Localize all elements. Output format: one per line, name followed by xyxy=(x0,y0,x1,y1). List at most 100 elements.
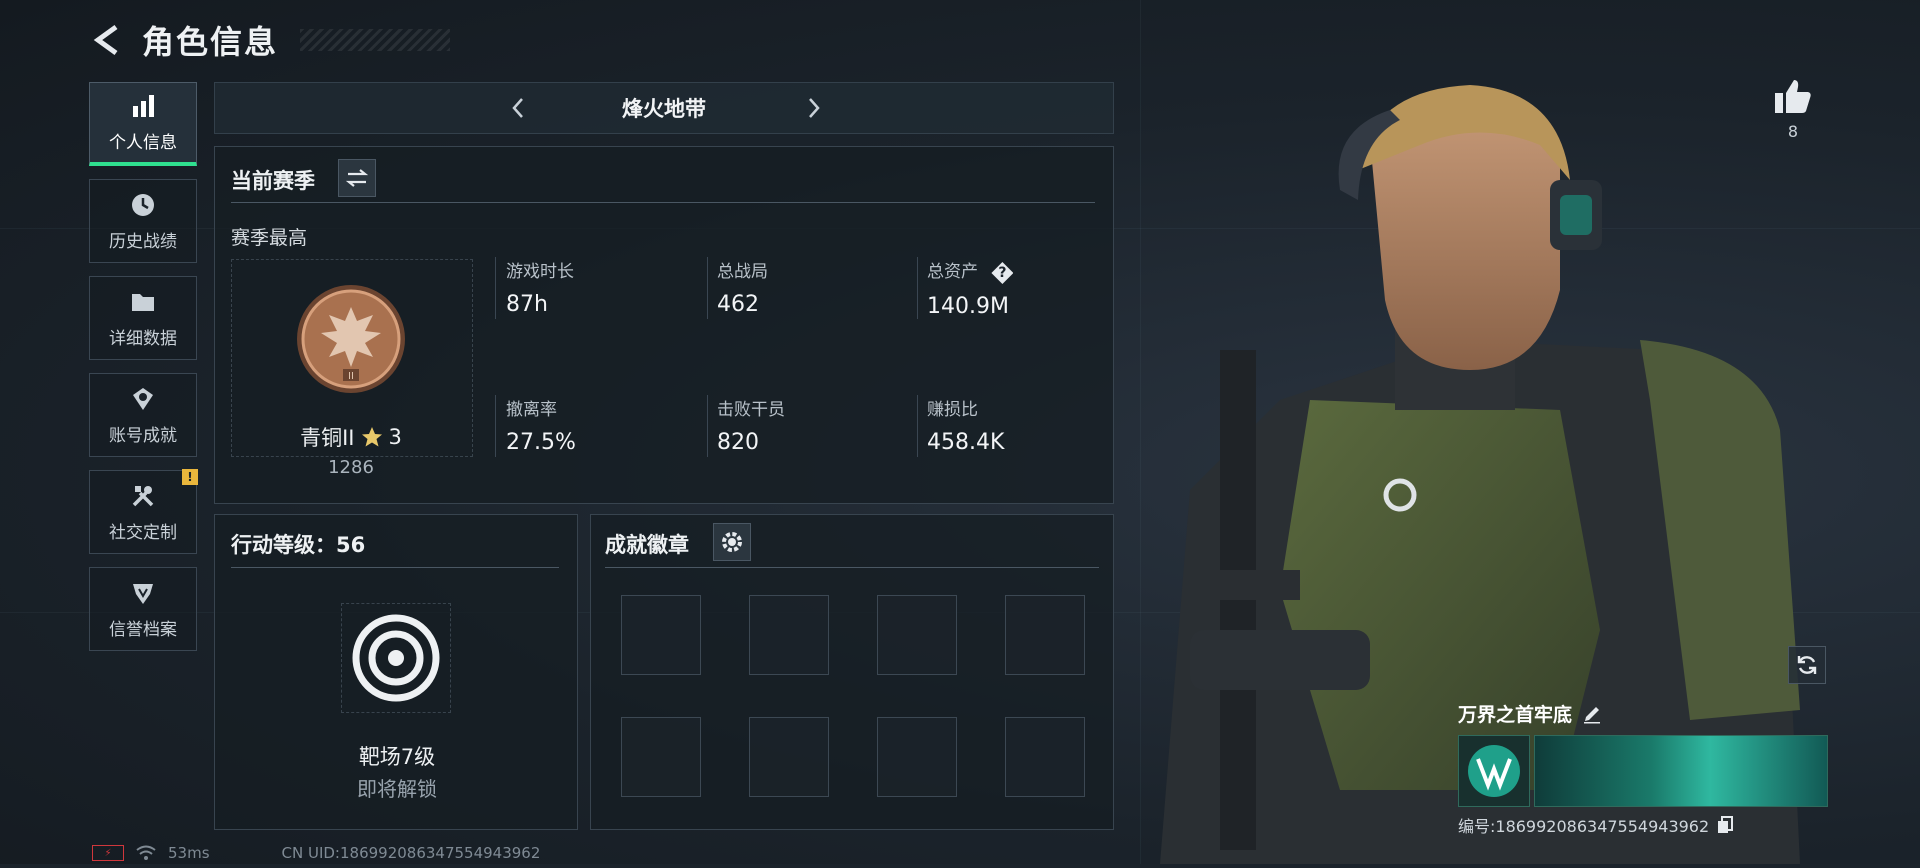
badge-slot[interactable] xyxy=(877,595,957,675)
refresh-button[interactable] xyxy=(1788,646,1826,684)
badge-slot[interactable] xyxy=(877,717,957,797)
target-unlock[interactable] xyxy=(341,603,451,713)
help-icon[interactable]: ? xyxy=(991,262,1014,284)
sidebar-item-label: 详细数据 xyxy=(109,328,177,349)
page-title: 角色信息 xyxy=(142,23,279,61)
stat-label: 总资产 ? xyxy=(927,257,1014,284)
badge-slot[interactable] xyxy=(1005,717,1085,797)
back-button[interactable] xyxy=(90,23,124,57)
stat-divider xyxy=(707,395,708,457)
avatar-logo-icon xyxy=(1468,745,1520,797)
name-card-banner[interactable] xyxy=(1458,735,1828,807)
stat-label: 击败干员 xyxy=(717,400,785,420)
season-switch-button[interactable] xyxy=(338,159,376,197)
badge-slot[interactable] xyxy=(1005,595,1085,675)
unlock-status: 即将解锁 xyxy=(357,777,437,801)
mode-name: 烽火地带 xyxy=(622,97,706,121)
star-icon xyxy=(361,427,382,447)
player-id: 编号:18699208634755494396​2 xyxy=(1458,817,1710,836)
badge-slot[interactable] xyxy=(749,595,829,675)
badge-slot[interactable] xyxy=(621,595,701,675)
like-widget[interactable]: 8 xyxy=(1774,78,1812,141)
rank-row: 青铜II 3 xyxy=(231,422,471,452)
stat-label-text: 总资产 xyxy=(927,262,978,282)
title-decoration xyxy=(300,29,451,51)
mode-selector: 烽火地带 xyxy=(214,82,1114,134)
tools-icon xyxy=(129,482,157,510)
chevron-left-icon xyxy=(512,98,523,118)
stat-value: 820 xyxy=(717,430,759,455)
uid: CN UID:186992086347554943962 xyxy=(281,844,541,862)
rank-points: 1286 xyxy=(328,457,374,478)
sidebar-item-label: 社交定制 xyxy=(109,522,177,543)
stat-divider xyxy=(917,257,918,319)
mode-next-button[interactable] xyxy=(801,95,827,121)
target-icon xyxy=(352,614,440,702)
medal-icon xyxy=(129,385,157,413)
stat-total-matches: 总战局 462 xyxy=(717,257,768,317)
stat-total-assets: 总资产 ? 140.9M xyxy=(927,257,1014,319)
player-card: 万界之首牢底 编号:18699208634755494396​2 xyxy=(1458,700,1830,837)
status-bar: ⚡ 53ms CN UID:186992086347554943962 xyxy=(92,844,540,862)
divider xyxy=(231,567,559,568)
player-name-row: 万界之首牢底 xyxy=(1458,700,1830,727)
stat-operators-defeated: 击败干员 820 xyxy=(717,395,785,455)
avatar[interactable] xyxy=(1458,735,1530,807)
player-id-row: 编号:18699208634755494396​2 xyxy=(1458,813,1830,837)
stat-value: 140.9M xyxy=(927,294,1009,319)
svg-text:II: II xyxy=(348,371,354,382)
sidebar-item-history[interactable]: 历史战绩 xyxy=(89,179,197,263)
clock-icon xyxy=(129,191,157,219)
rank-stars: 3 xyxy=(388,425,402,449)
sidebar-item-social[interactable]: ! 社交定制 xyxy=(89,469,198,554)
stat-label: 撤离率 xyxy=(506,400,557,420)
like-count: 8 xyxy=(1787,122,1799,141)
sidebar-item-details[interactable]: 详细数据 xyxy=(89,276,197,360)
sidebar-item-label: 历史战绩 xyxy=(109,231,177,252)
stat-divider xyxy=(917,395,918,457)
stat-divider xyxy=(495,395,496,457)
achievements-settings-button[interactable] xyxy=(713,523,751,561)
sidebar-item-label: 账号成就 xyxy=(109,425,177,446)
rank-name: 青铜II xyxy=(300,426,355,450)
badge-slot[interactable] xyxy=(621,717,701,797)
shield-icon xyxy=(129,579,157,607)
achievements-panel: 成就徽章 xyxy=(590,514,1114,830)
badge-slot[interactable] xyxy=(749,717,829,797)
sidebar-item-label: 个人信息 xyxy=(109,133,177,153)
rank-emblem-icon: II xyxy=(293,281,409,397)
battery-icon: ⚡ xyxy=(92,845,124,861)
stat-label: 赚损比 xyxy=(927,400,978,420)
stat-divider xyxy=(707,257,708,319)
stat-label: 总战局 xyxy=(717,262,768,282)
player-name: 万界之首牢底 xyxy=(1458,704,1573,726)
sidebar-item-credit[interactable]: 信誉档案 xyxy=(89,567,197,651)
stat-value: 87h xyxy=(506,292,548,317)
thumbs-up-icon xyxy=(1775,80,1811,113)
divider xyxy=(605,567,1099,568)
stat-label: 游戏时长 xyxy=(506,262,574,282)
sidebar-item-personal-info[interactable]: 个人信息 xyxy=(89,82,197,166)
refresh-icon xyxy=(1797,656,1817,674)
stat-playtime: 游戏时长 87h xyxy=(506,257,574,317)
stat-extraction-rate: 撤离率 27.5% xyxy=(506,395,576,455)
season-title: 当前赛季 xyxy=(231,169,315,193)
unlock-name: 靶场7级 xyxy=(358,745,436,769)
header: 角色信息 xyxy=(90,18,451,62)
sidebar-item-achievements[interactable]: 账号成就 xyxy=(89,373,197,457)
sidebar: 个人信息 历史战绩 详细数据 账号成就 ! 社交定制 信誉档案 xyxy=(89,82,199,664)
stat-value: 27.5% xyxy=(506,430,576,455)
edit-icon[interactable] xyxy=(1582,704,1602,724)
stat-profit-ratio: 赚损比 458.4K xyxy=(927,395,1004,455)
ping: 53ms xyxy=(168,844,210,862)
mode-prev-button[interactable] xyxy=(505,95,531,121)
wifi-icon xyxy=(136,845,156,860)
name-card-art xyxy=(1534,735,1828,807)
gear-icon xyxy=(722,532,742,552)
swap-icon xyxy=(345,169,369,187)
achievements-title: 成就徽章 xyxy=(605,533,689,557)
season-best-label: 赛季最高 xyxy=(231,227,308,249)
copy-icon[interactable] xyxy=(1717,816,1734,834)
action-level-title: 行动等级：56 xyxy=(231,533,366,557)
notification-badge: ! xyxy=(182,469,198,485)
